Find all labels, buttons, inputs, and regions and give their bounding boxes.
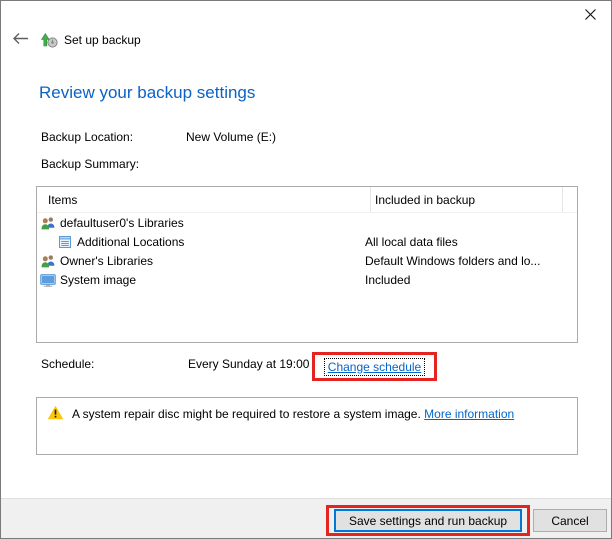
included-value: Included [365, 270, 410, 289]
page-title: Review your backup settings [39, 83, 255, 103]
column-divider [562, 187, 563, 212]
schedule-label: Schedule: [41, 357, 94, 371]
table-row[interactable]: Additional Locations All local data file… [37, 232, 577, 251]
close-button[interactable] [579, 6, 601, 26]
table-row[interactable]: defaultuser0's Libraries [37, 213, 577, 232]
change-schedule-link[interactable]: Change schedule [325, 359, 424, 375]
item-label: defaultuser0's Libraries [60, 216, 184, 230]
nav-header: Set up backup [12, 32, 141, 48]
more-information-link[interactable]: More information [424, 407, 514, 421]
users-icon [40, 215, 56, 231]
annotation-box-save: Save settings and run backup [326, 505, 530, 536]
table-header: Items Included in backup [37, 187, 577, 213]
back-arrow-icon [12, 32, 29, 48]
window-title: Set up backup [64, 33, 141, 47]
item-label: System image [60, 273, 136, 287]
included-value: Default Windows folders and lo... [365, 251, 540, 270]
close-icon [584, 8, 597, 24]
cancel-button[interactable]: Cancel [533, 509, 607, 532]
warning-text: A system repair disc might be required t… [72, 407, 514, 421]
item-label: Additional Locations [77, 235, 184, 249]
backup-location-value: New Volume (E:) [186, 130, 276, 144]
annotation-box-schedule: Change schedule [312, 352, 437, 381]
backup-app-icon [40, 32, 58, 48]
backup-location-label: Backup Location: [41, 130, 133, 144]
users-icon [40, 253, 56, 269]
save-settings-button[interactable]: Save settings and run backup [334, 509, 522, 532]
warning-box: A system repair disc might be required t… [36, 397, 578, 455]
locations-icon [57, 234, 73, 250]
column-header-included[interactable]: Included in backup [371, 187, 562, 212]
monitor-icon [40, 272, 56, 288]
item-label: Owner's Libraries [60, 254, 153, 268]
included-value: All local data files [365, 232, 458, 251]
backup-summary-table: Items Included in backup defaultuser0's … [36, 186, 578, 343]
table-row[interactable]: Owner's Libraries Default Windows folder… [37, 251, 577, 270]
warning-triangle-icon [47, 405, 64, 420]
column-header-items[interactable]: Items [37, 187, 370, 212]
warning-message: A system repair disc might be required t… [72, 407, 421, 421]
table-row[interactable]: System image Included [37, 270, 577, 289]
backup-summary-label: Backup Summary: [41, 157, 139, 171]
setup-backup-window: Set up backup Review your backup setting… [0, 0, 612, 539]
schedule-value: Every Sunday at 19:00 [188, 357, 309, 371]
back-button[interactable] [12, 32, 29, 48]
